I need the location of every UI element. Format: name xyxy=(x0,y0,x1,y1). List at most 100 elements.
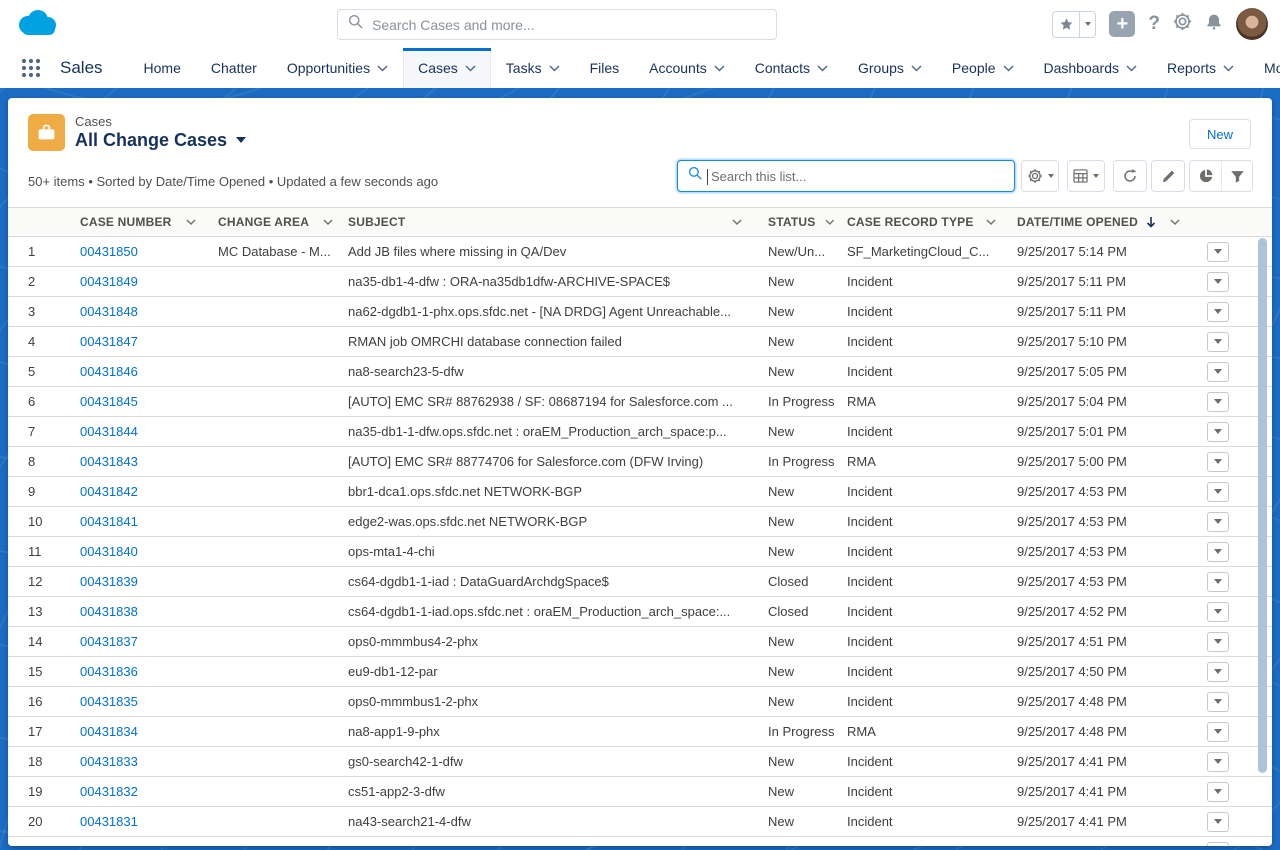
list-view-controls-button[interactable] xyxy=(1021,160,1059,192)
nav-tab[interactable]: Accounts xyxy=(634,48,740,88)
case-number-link[interactable]: 00431842 xyxy=(80,484,138,499)
row-actions-button[interactable] xyxy=(1207,842,1229,847)
case-number-link[interactable]: 00431839 xyxy=(80,574,138,589)
nav-tab[interactable]: People xyxy=(937,48,1029,88)
nav-tab[interactable]: Chatter xyxy=(196,48,272,88)
row-actions-button[interactable] xyxy=(1207,272,1229,292)
case-number-link[interactable]: 00431846 xyxy=(80,364,138,379)
table-row[interactable]: 9 00431842 bbr1-dca1.ops.sfdc.net NETWOR… xyxy=(8,477,1272,507)
row-actions-button[interactable] xyxy=(1207,692,1229,712)
vertical-scrollbar[interactable] xyxy=(1258,238,1267,844)
nav-tab[interactable]: Contacts xyxy=(740,48,843,88)
table-row[interactable]: 13 00431838 cs64-dgdb1-1-iad.ops.sfdc.ne… xyxy=(8,597,1272,627)
help-icon[interactable]: ? xyxy=(1148,13,1160,35)
table-row[interactable]: 6 00431845 [AUTO] EMC SR# 88762938 / SF:… xyxy=(8,387,1272,417)
case-record-type-header[interactable]: CASE RECORD TYPE xyxy=(835,208,1005,236)
table-row[interactable]: 15 00431836 eu9-db1-12-par New Incident … xyxy=(8,657,1272,687)
table-row[interactable]: 5 00431846 na8-search23-5-dfw New Incide… xyxy=(8,357,1272,387)
table-row[interactable]: 21 00431830 cs60-db#1-4-chx.ops.sfdc.net… xyxy=(8,837,1272,846)
favorites-button[interactable] xyxy=(1053,12,1079,37)
table-row[interactable]: 11 00431840 ops-mta1-4-chi New Incident … xyxy=(8,537,1272,567)
table-row[interactable]: 1 00431850 MC Database - M... Add JB fil… xyxy=(8,237,1272,267)
change-area-header[interactable]: CHANGE AREA xyxy=(205,208,335,236)
row-actions-button[interactable] xyxy=(1207,302,1229,322)
row-actions-button[interactable] xyxy=(1207,512,1229,532)
table-row[interactable]: 12 00431839 cs64-dgdb1-1-iad : DataGuard… xyxy=(8,567,1272,597)
subject-header[interactable]: SUBJECT xyxy=(335,208,755,236)
row-actions-button[interactable] xyxy=(1207,782,1229,802)
row-actions-button[interactable] xyxy=(1207,242,1229,262)
case-number-link[interactable]: 00431836 xyxy=(80,664,138,679)
case-number-link[interactable]: 00431837 xyxy=(80,634,138,649)
list-search-input[interactable] xyxy=(711,169,1014,184)
row-actions-button[interactable] xyxy=(1207,602,1229,622)
case-number-link[interactable]: 00431832 xyxy=(80,784,138,799)
case-number-link[interactable]: 00431845 xyxy=(80,394,138,409)
case-number-link[interactable]: 00431841 xyxy=(80,514,138,529)
status-header[interactable]: STATUS xyxy=(755,208,835,236)
table-row[interactable]: 17 00431834 na8-app1-9-phx In Progress R… xyxy=(8,717,1272,747)
table-row[interactable]: 10 00431841 edge2-was.ops.sfdc.net NETWO… xyxy=(8,507,1272,537)
nav-tab[interactable]: Cases xyxy=(403,48,491,88)
case-number-link[interactable]: 00431843 xyxy=(80,454,138,469)
case-number-link[interactable]: 00431831 xyxy=(80,814,138,829)
display-as-button[interactable] xyxy=(1067,160,1105,192)
date-time-opened-header[interactable]: DATE/TIME OPENED xyxy=(1005,208,1195,236)
case-number-link[interactable]: 00431840 xyxy=(80,544,138,559)
row-actions-button[interactable] xyxy=(1207,722,1229,742)
case-number-link[interactable]: 00431833 xyxy=(80,754,138,769)
global-search[interactable] xyxy=(337,9,777,40)
table-row[interactable]: 4 00431847 RMAN job OMRCHI database conn… xyxy=(8,327,1272,357)
edit-button[interactable] xyxy=(1151,160,1185,192)
row-actions-button[interactable] xyxy=(1207,452,1229,472)
table-row[interactable]: 7 00431844 na35-db1-1-dfw.ops.sfdc.net :… xyxy=(8,417,1272,447)
case-number-link[interactable]: 00431849 xyxy=(80,274,138,289)
row-actions-button[interactable] xyxy=(1207,542,1229,562)
table-row[interactable]: 2 00431849 na35-db1-4-dfw : ORA-na35db1d… xyxy=(8,267,1272,297)
case-number-link[interactable]: 00431830 xyxy=(80,844,138,846)
favorites-menu-button[interactable] xyxy=(1079,12,1095,37)
user-avatar[interactable] xyxy=(1236,8,1268,40)
global-search-input[interactable] xyxy=(372,17,776,33)
case-number-link[interactable]: 00431847 xyxy=(80,334,138,349)
row-actions-button[interactable] xyxy=(1207,812,1229,832)
row-actions-button[interactable] xyxy=(1207,572,1229,592)
refresh-button[interactable] xyxy=(1113,160,1147,192)
list-view-selector[interactable]: All Change Cases xyxy=(75,129,246,151)
case-number-link[interactable]: 00431838 xyxy=(80,604,138,619)
row-actions-button[interactable] xyxy=(1207,662,1229,682)
setup-gear-icon[interactable] xyxy=(1173,12,1192,36)
nav-tab[interactable]: Tasks xyxy=(491,48,575,88)
charts-button[interactable] xyxy=(1190,161,1221,191)
nav-tab[interactable]: More xyxy=(1249,48,1280,88)
app-launcher-icon[interactable] xyxy=(20,48,42,88)
row-actions-button[interactable] xyxy=(1207,332,1229,352)
global-actions-button[interactable]: + xyxy=(1109,11,1135,37)
table-row[interactable]: 18 00431833 gs0-search42-1-dfw New Incid… xyxy=(8,747,1272,777)
filter-button[interactable] xyxy=(1221,161,1252,191)
row-actions-button[interactable] xyxy=(1207,752,1229,772)
table-row[interactable]: 8 00431843 [AUTO] EMC SR# 88774706 for S… xyxy=(8,447,1272,477)
row-actions-button[interactable] xyxy=(1207,482,1229,502)
row-actions-button[interactable] xyxy=(1207,422,1229,442)
case-number-link[interactable]: 00431848 xyxy=(80,304,138,319)
nav-tab[interactable]: Reports xyxy=(1152,48,1249,88)
nav-tab[interactable]: Files xyxy=(575,48,635,88)
case-number-link[interactable]: 00431835 xyxy=(80,694,138,709)
table-row[interactable]: 14 00431837 ops0-mmmbus4-2-phx New Incid… xyxy=(8,627,1272,657)
new-button[interactable]: New xyxy=(1189,119,1251,149)
table-row[interactable]: 16 00431835 ops0-mmmbus1-2-phx New Incid… xyxy=(8,687,1272,717)
nav-tab[interactable]: Groups xyxy=(843,48,937,88)
row-actions-button[interactable] xyxy=(1207,362,1229,382)
table-row[interactable]: 20 00431831 na43-search21-4-dfw New Inci… xyxy=(8,807,1272,837)
table-row[interactable]: 19 00431832 cs51-app2-3-dfw New Incident… xyxy=(8,777,1272,807)
row-actions-button[interactable] xyxy=(1207,392,1229,412)
case-number-link[interactable]: 00431834 xyxy=(80,724,138,739)
nav-tab[interactable]: Dashboards xyxy=(1029,48,1153,88)
nav-tab[interactable]: Opportunities xyxy=(272,48,403,88)
notifications-bell-icon[interactable] xyxy=(1205,13,1223,36)
case-number-link[interactable]: 00431850 xyxy=(80,244,138,259)
case-number-link[interactable]: 00431844 xyxy=(80,424,138,439)
case-number-header[interactable]: CASE NUMBER xyxy=(70,208,205,236)
list-search-box[interactable] xyxy=(677,160,1015,192)
